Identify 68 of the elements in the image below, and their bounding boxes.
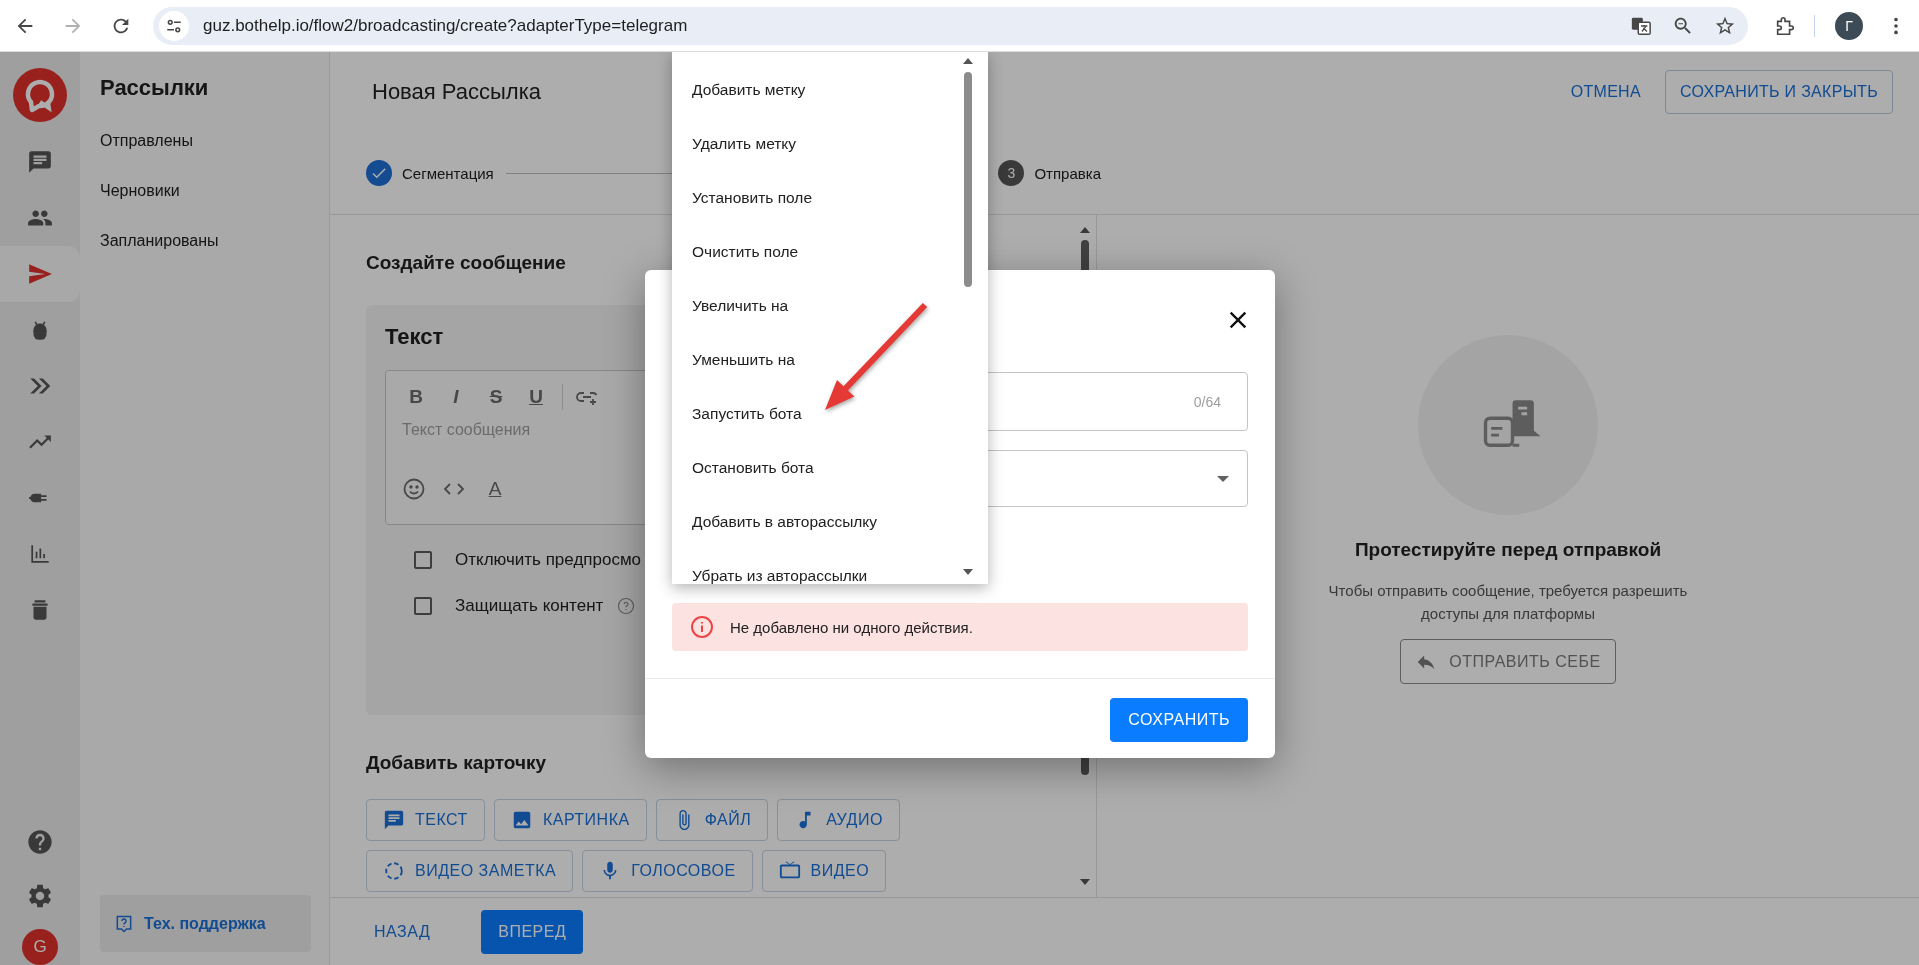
sidebar-item[interactable]: Черновики [100,180,180,202]
menu-item[interactable]: Очистить поле [672,225,988,279]
menu-item[interactable]: Уменьшить на [672,333,988,387]
menu-item[interactable]: Удалить метку [672,117,988,171]
panel-title: Протестируйте перед отправкой [1354,538,1662,562]
help-bubble-icon [114,913,134,934]
emoji-icon[interactable] [402,477,426,501]
menu-item[interactable]: Добавить метку [672,63,988,117]
help-icon[interactable] [617,597,636,615]
add-card-button[interactable]: ВИДЕО [761,850,887,892]
app-logo[interactable] [13,68,67,122]
send-to-self-button[interactable]: ОТПРАВИТЬ СЕБЕ [1400,639,1616,684]
step-label: Отправка [1034,164,1101,182]
format-button[interactable]: B [402,383,430,411]
message-placeholder: Текст сообщения [402,421,531,440]
card-title: Текст [385,323,445,351]
support-button[interactable]: Тех. поддержка [100,895,311,952]
info-icon [690,615,714,639]
add-card-button[interactable]: ТЕКСТ [366,799,485,841]
text-color-button[interactable]: A [482,478,508,500]
dashed-circle-icon [383,860,405,882]
back-button[interactable]: НАЗАД [360,912,445,951]
format-button[interactable]: S [482,383,510,411]
checkbox[interactable] [414,551,432,569]
add-card-button[interactable]: КАРТИНКА [493,799,647,841]
menu-item[interactable]: Убрать из авторассылки [672,549,988,584]
format-button[interactable]: I [442,383,470,411]
sidebar-item[interactable]: Отправлены [100,130,193,152]
section-heading: Создайте сообщение [366,251,566,275]
add-card-button[interactable]: ГОЛОСОВОЕ [582,850,753,892]
nav-item[interactable] [0,246,80,302]
save-button[interactable]: СОХРАНИТЬ [1110,698,1248,742]
next-button[interactable]: ВПЕРЕД [481,909,584,954]
checkbox-label: Отключить предпросмо [455,550,642,570]
section-title: Рассылки [100,74,210,102]
user-avatar[interactable]: G [22,929,58,965]
address-bar[interactable]: guz.bothelp.io/flow2/broadcasting/create?adapterType=telegram [153,6,1748,45]
format-button[interactable]: U [522,383,550,411]
settings-icon[interactable] [26,882,54,910]
menu-item[interactable]: Установить поле [672,171,988,225]
menu-item[interactable]: Запустить бота [672,387,988,441]
section-heading: Добавить карточку [366,751,547,775]
add-card-button[interactable]: ВИДЕО ЗАМЕТКА [366,850,574,892]
message-icon [383,809,405,831]
paper-plane-icon [27,261,53,287]
cancel-button[interactable]: ОТМЕНА [1558,73,1653,111]
url-text: guz.bothelp.io/flow2/broadcasting/create?adapterType=telegram [203,15,689,36]
puzzle-piece-icon[interactable] [1774,14,1796,37]
add-card-button[interactable]: АУДИО [777,799,900,841]
chat-icon [27,149,53,175]
menu-item[interactable]: Добавить в авторассылку [672,495,988,549]
profile-avatar[interactable]: Г [1835,11,1863,40]
dropdown-caret-icon [1217,475,1229,482]
menu-item[interactable]: Увеличить на [672,279,988,333]
add-card-button[interactable]: ФАЙЛ [655,799,769,841]
panel-description: Чтобы отправить сообщение, требуется разрешить доступы для платформы [1327,581,1689,624]
checkbox-label: Защищать контент [455,596,604,616]
site-info-button[interactable] [159,10,189,41]
step-number: 3 [998,160,1025,186]
checkbox[interactable] [414,597,432,615]
save-and-close-button[interactable]: СОХРАНИТЬ И ЗАКРЫТЬ [1664,70,1893,114]
alert-text: Не добавлено ни одного действия. [730,618,973,636]
help-icon[interactable] [26,828,54,856]
sidebar-item[interactable]: Запланированы [100,230,219,252]
page-title: Новая Рассылка [372,79,541,105]
step-label: Сегментация [402,164,494,182]
character-counter: 0/64 [1193,393,1221,410]
menu-item[interactable]: Остановить бота [672,441,988,495]
